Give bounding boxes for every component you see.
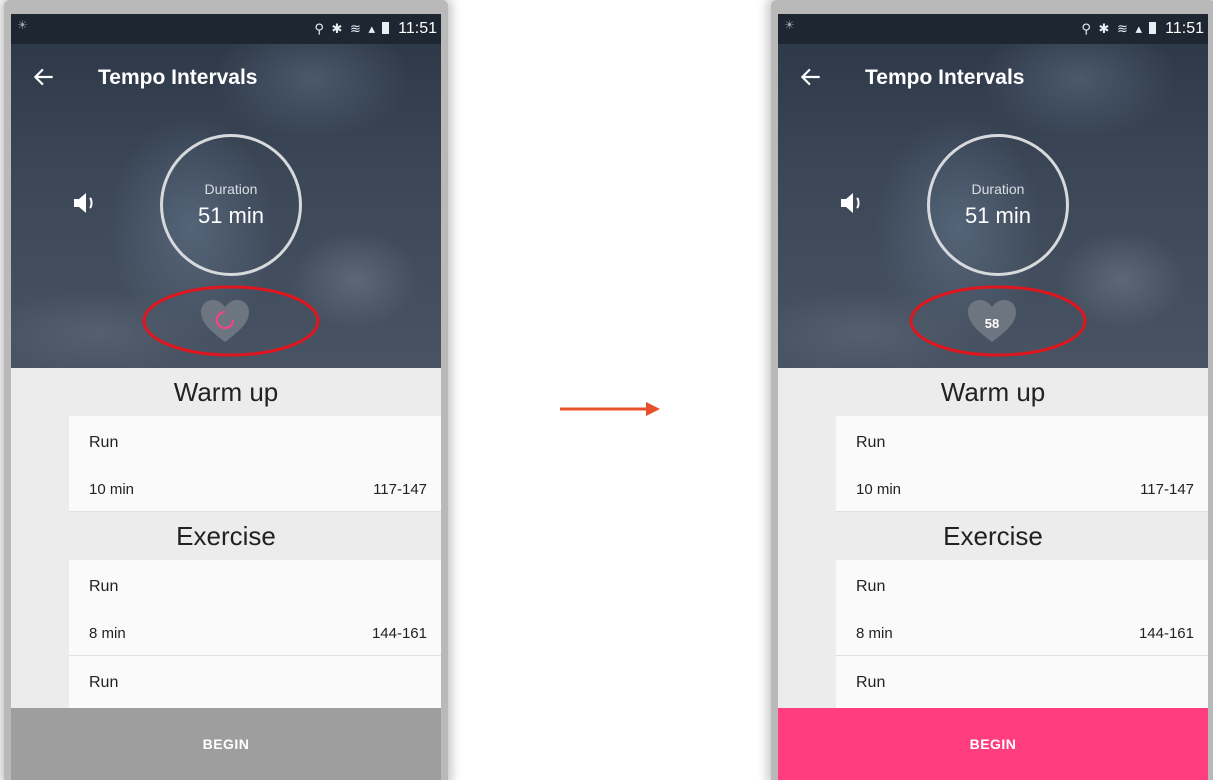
duration-label: Duration [971,181,1025,197]
notification-icon: ☀ [17,18,28,32]
section-header-warm-up: Warm up [778,368,1208,416]
app-screen-before: ☀ ⚲ ✱ ≋ ▴ 11:51 Tempo Intervals Duration… [11,14,441,780]
step-name: Run [89,434,119,451]
row-stripe [11,560,69,656]
step-hr-zone: 144-161 [1138,625,1194,642]
step-name: Run [89,578,119,595]
phone-frame-after: ☀ ⚲ ✱ ≋ ▴ 11:51 Tempo Intervals Duration… [771,0,1213,780]
list-item[interactable]: Run 10 min 117-147 [778,416,1208,512]
battery-icon [1149,22,1156,34]
status-time: 11:51 [398,20,437,37]
step-name: Run [856,674,886,691]
step-hr-zone: 117-147 [373,481,427,498]
highlight-ellipse [909,285,1087,357]
step-duration: 10 min [89,481,135,498]
step-hr-zone: 117-147 [1140,481,1194,498]
row-stripe [778,560,836,656]
duration-label: Duration [204,181,258,197]
row-stripe [11,416,69,512]
section-header-exercise: Exercise [778,512,1208,560]
hero-header: ☀ ⚲ ✱ ≋ ▴ 11:51 Tempo Intervals Duration… [11,14,441,368]
duration-value: 51 min [964,203,1032,228]
begin-button[interactable]: BEGIN [11,708,441,780]
status-bar: ☀ ⚲ ✱ ≋ ▴ 11:51 [778,14,1208,44]
step-name: Run [856,434,886,451]
status-icons: ⚲ ✱ ≋ ▴ [314,21,377,36]
notification-icon: ☀ [784,18,795,32]
back-arrow-icon[interactable] [798,64,824,90]
highlight-ellipse [142,285,320,357]
step-name: Run [89,674,119,691]
step-hr-zone: 144-161 [371,625,427,642]
page-title: Tempo Intervals [98,66,258,89]
back-arrow-icon[interactable] [31,64,57,90]
list-item[interactable]: Run 8 min 144-161 [778,560,1208,656]
status-time: 11:51 [1165,20,1204,37]
section-header-exercise: Exercise [11,512,441,560]
duration-circle: Duration 51 min [927,134,1069,276]
phone-frame-before: ☀ ⚲ ✱ ≋ ▴ 11:51 Tempo Intervals Duration… [4,0,448,780]
page-title: Tempo Intervals [865,66,1025,89]
volume-icon[interactable] [71,190,101,216]
duration-circle: Duration 51 min [160,134,302,276]
step-duration: 8 min [856,625,893,642]
duration-value: 51 min [197,203,265,228]
begin-button[interactable]: BEGIN [778,708,1208,780]
step-name: Run [856,578,886,595]
list-item[interactable]: Run 10 min 117-147 [11,416,441,512]
section-header-warm-up: Warm up [11,368,441,416]
step-duration: 10 min [856,481,902,498]
status-bar: ☀ ⚲ ✱ ≋ ▴ 11:51 [11,14,441,44]
transition-arrow [560,402,660,416]
row-stripe [778,416,836,512]
app-screen-after: ☀ ⚲ ✱ ≋ ▴ 11:51 Tempo Intervals Duration… [778,14,1208,780]
hero-header: ☀ ⚲ ✱ ≋ ▴ 11:51 Tempo Intervals Duration… [778,14,1208,368]
step-duration: 8 min [89,625,126,642]
battery-icon [382,22,389,34]
status-icons: ⚲ ✱ ≋ ▴ [1081,21,1144,36]
list-item[interactable]: Run 8 min 144-161 [11,560,441,656]
volume-icon[interactable] [838,190,868,216]
